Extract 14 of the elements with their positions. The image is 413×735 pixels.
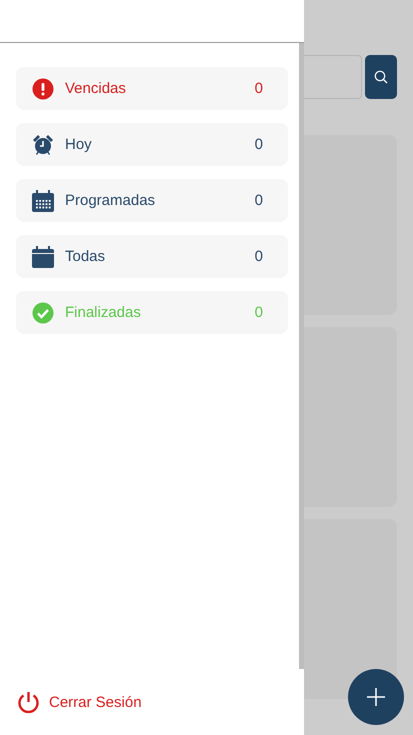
filter-item[interactable]: Vencidas 0 bbox=[16, 67, 288, 110]
alarm-clock-icon bbox=[32, 134, 54, 156]
calendar-icon bbox=[32, 190, 54, 212]
search-button[interactable] bbox=[365, 55, 397, 99]
plus-icon bbox=[367, 688, 385, 706]
check-circle-icon bbox=[32, 302, 54, 324]
logout-button[interactable]: Cerrar Sesión bbox=[0, 669, 142, 735]
calendar-icon bbox=[32, 246, 54, 268]
search-icon bbox=[374, 70, 388, 84]
filter-item[interactable]: Todas 0 bbox=[16, 235, 288, 278]
exclamation-icon bbox=[32, 78, 54, 100]
filter-item[interactable]: Hoy 0 bbox=[16, 123, 288, 166]
power-icon bbox=[17, 690, 40, 714]
filter-item[interactable]: Programadas 0 bbox=[16, 179, 288, 222]
